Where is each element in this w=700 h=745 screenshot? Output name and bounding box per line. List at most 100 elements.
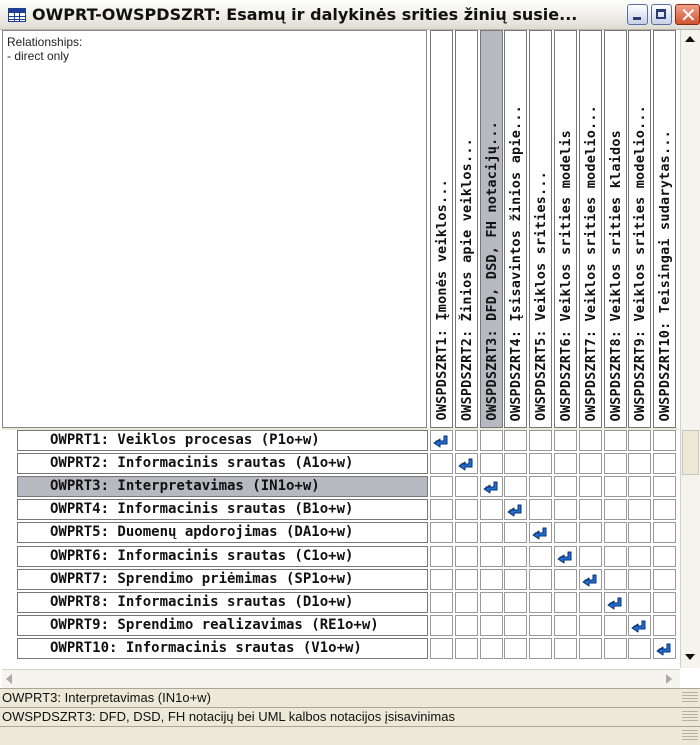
- row-header[interactable]: OWPRT1: Veiklos procesas (P1o+w): [17, 430, 428, 451]
- matrix-cell[interactable]: [603, 430, 627, 451]
- title-bar[interactable]: OWPRT-OWSPDSZRT: Esamų ir dalykinės srit…: [0, 0, 700, 30]
- matrix-cell[interactable]: [628, 499, 652, 521]
- row-header[interactable]: OWPRT10: Informacinis srautas (V1o+w): [17, 637, 428, 659]
- matrix-cell[interactable]: [578, 591, 602, 613]
- matrix-cell[interactable]: [454, 430, 478, 451]
- matrix-cell[interactable]: [603, 499, 627, 521]
- matrix-cell[interactable]: [430, 499, 453, 521]
- matrix-cell[interactable]: [578, 637, 602, 659]
- vertical-scroll-thumb[interactable]: [682, 430, 699, 475]
- maximize-button[interactable]: [651, 4, 672, 25]
- column-header[interactable]: OWSPDSZRT6: Veiklos srities modelis: [554, 30, 577, 428]
- matrix-cell[interactable]: [554, 430, 577, 451]
- matrix-cell[interactable]: [504, 614, 528, 636]
- matrix-cell[interactable]: [554, 499, 577, 521]
- matrix-cell[interactable]: [454, 499, 478, 521]
- matrix-cell[interactable]: [504, 476, 528, 498]
- matrix-cell[interactable]: [554, 637, 577, 659]
- matrix-cell[interactable]: [529, 499, 553, 521]
- matrix-cell[interactable]: [430, 476, 453, 498]
- close-button[interactable]: ✕: [675, 3, 700, 27]
- matrix-cell[interactable]: [504, 453, 528, 475]
- matrix-cell[interactable]: [603, 614, 627, 636]
- matrix-cell[interactable]: [479, 568, 503, 590]
- matrix-cell[interactable]: [603, 453, 627, 475]
- matrix-cell[interactable]: [578, 499, 602, 521]
- row-header[interactable]: OWPRT5: Duomenų apdorojimas (DA1o+w): [17, 522, 428, 544]
- scroll-right-button[interactable]: [660, 670, 678, 688]
- matrix-cell[interactable]: [578, 568, 602, 590]
- column-header[interactable]: OWSPDSZRT5: Veiklos srities...: [529, 30, 553, 428]
- matrix-cell[interactable]: [653, 591, 677, 613]
- row-header[interactable]: OWPRT3: Interpretavimas (IN1o+w): [17, 476, 428, 498]
- matrix-cell[interactable]: [454, 568, 478, 590]
- row-header[interactable]: OWPRT9: Sprendimo realizavimas (RE1o+w): [17, 614, 428, 636]
- matrix-cell[interactable]: [578, 453, 602, 475]
- matrix-cell[interactable]: [554, 476, 577, 498]
- matrix-cell[interactable]: [653, 476, 677, 498]
- matrix-cell[interactable]: [504, 545, 528, 567]
- matrix-cell[interactable]: [479, 522, 503, 544]
- column-header[interactable]: OWSPDSZRT7: Veiklos srities modelio...: [578, 30, 602, 428]
- matrix-cell[interactable]: [529, 453, 553, 475]
- matrix-cell[interactable]: [653, 522, 677, 544]
- matrix-cell[interactable]: [454, 591, 478, 613]
- matrix-cell[interactable]: [529, 430, 553, 451]
- matrix-cell[interactable]: [578, 545, 602, 567]
- matrix-cell[interactable]: [454, 614, 478, 636]
- matrix-cell[interactable]: [653, 453, 677, 475]
- matrix-cell[interactable]: [603, 591, 627, 613]
- matrix-cell[interactable]: [653, 545, 677, 567]
- matrix-cell[interactable]: [504, 499, 528, 521]
- matrix-cell[interactable]: [504, 591, 528, 613]
- matrix-cell[interactable]: [653, 614, 677, 636]
- matrix-cell[interactable]: [628, 545, 652, 567]
- matrix-cell[interactable]: [504, 637, 528, 659]
- matrix-cell[interactable]: [603, 522, 627, 544]
- column-header[interactable]: OWSPDSZRT9: Veiklos srities modelio...: [628, 30, 652, 428]
- matrix-cell[interactable]: [628, 614, 652, 636]
- matrix-cell[interactable]: [430, 637, 453, 659]
- matrix-cell[interactable]: [529, 522, 553, 544]
- matrix-cell[interactable]: [554, 614, 577, 636]
- matrix-cell[interactable]: [504, 568, 528, 590]
- matrix-cell[interactable]: [628, 568, 652, 590]
- matrix-cell[interactable]: [628, 476, 652, 498]
- matrix-cell[interactable]: [529, 545, 553, 567]
- matrix-cell[interactable]: [529, 637, 553, 659]
- scroll-left-button[interactable]: [2, 670, 20, 688]
- matrix-cell[interactable]: [454, 545, 478, 567]
- matrix-cell[interactable]: [479, 614, 503, 636]
- matrix-cell[interactable]: [454, 476, 478, 498]
- matrix-cell[interactable]: [479, 453, 503, 475]
- matrix-cell[interactable]: [454, 637, 478, 659]
- matrix-cell[interactable]: [554, 591, 577, 613]
- column-header[interactable]: OWSPDSZRT3: DFD, DSD, FH notacijų...: [479, 30, 503, 428]
- matrix-cell[interactable]: [578, 614, 602, 636]
- matrix-cell[interactable]: [479, 430, 503, 451]
- column-header[interactable]: OWSPDSZRT8: Veiklos srities klaidos: [603, 30, 627, 428]
- matrix-cell[interactable]: [430, 614, 453, 636]
- column-header[interactable]: OWSPDSZRT10: Teisingai sudarytas...: [653, 30, 677, 428]
- row-header[interactable]: OWPRT2: Informacinis srautas (A1o+w): [17, 453, 428, 475]
- matrix-cell[interactable]: [529, 476, 553, 498]
- matrix-cell[interactable]: [628, 430, 652, 451]
- row-header[interactable]: OWPRT6: Informacinis srautas (C1o+w): [17, 545, 428, 567]
- matrix-cell[interactable]: [479, 476, 503, 498]
- matrix-cell[interactable]: [603, 545, 627, 567]
- matrix-cell[interactable]: [578, 476, 602, 498]
- scroll-down-button[interactable]: [681, 648, 699, 666]
- matrix-cell[interactable]: [430, 545, 453, 567]
- matrix-cell[interactable]: [653, 430, 677, 451]
- matrix-cell[interactable]: [653, 637, 677, 659]
- matrix-cell[interactable]: [430, 591, 453, 613]
- scroll-up-button[interactable]: [681, 30, 699, 48]
- matrix-cell[interactable]: [628, 453, 652, 475]
- matrix-cell[interactable]: [504, 522, 528, 544]
- row-header[interactable]: OWPRT8: Informacinis srautas (D1o+w): [17, 591, 428, 613]
- matrix-cell[interactable]: [628, 522, 652, 544]
- minimize-button[interactable]: [627, 4, 648, 25]
- matrix-cell[interactable]: [479, 545, 503, 567]
- column-header[interactable]: OWSPDSZRT4: Įsisavintos žinios apie...: [504, 30, 528, 428]
- matrix-cell[interactable]: [653, 499, 677, 521]
